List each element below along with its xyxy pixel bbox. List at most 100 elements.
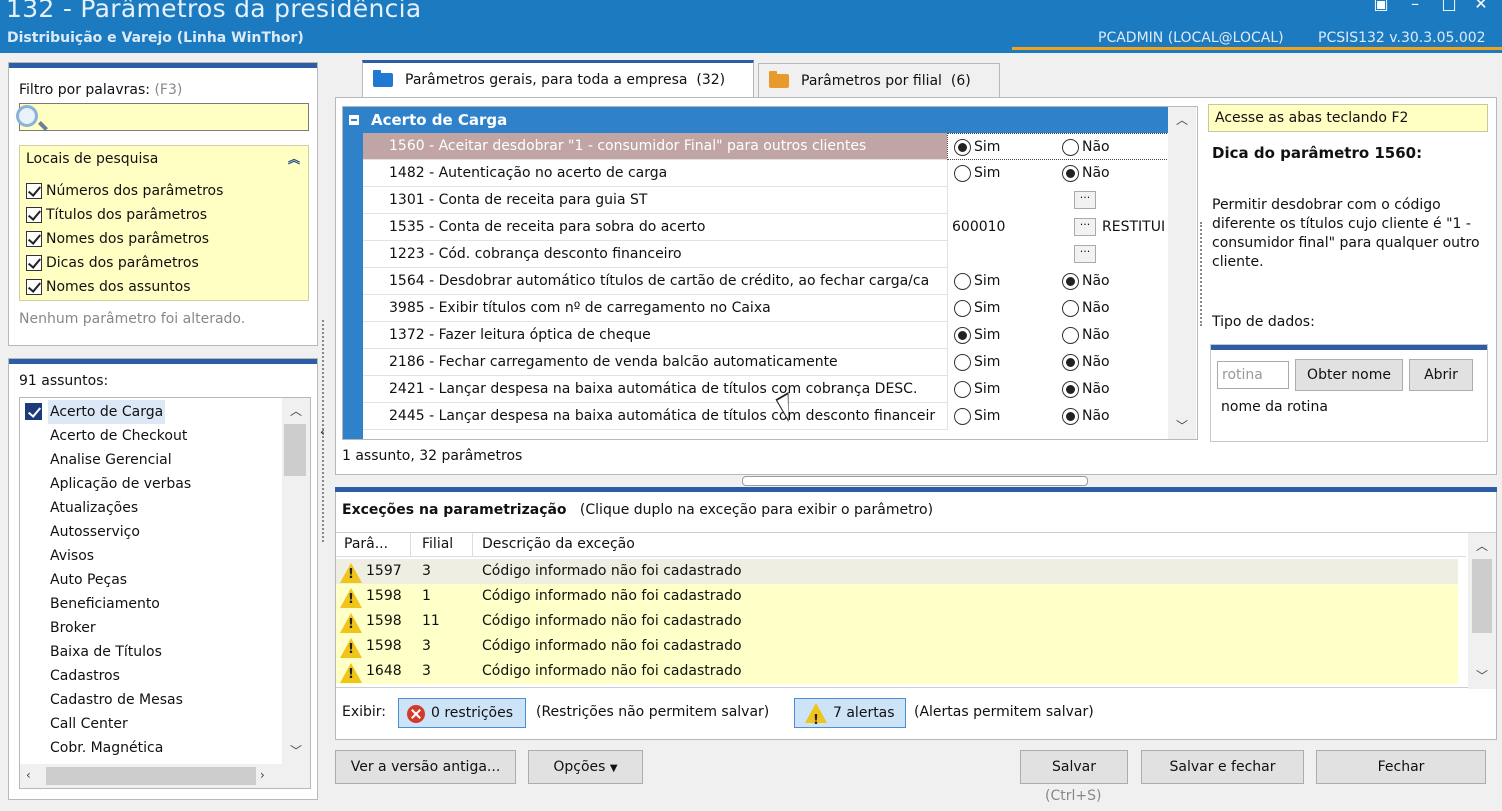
collapse-group-icon[interactable] <box>349 115 359 125</box>
param-row[interactable]: 1564 - Desdobrar automático títulos de c… <box>363 268 1171 295</box>
table-row[interactable]: 1598 1 Código informado não foi cadastrado <box>336 584 1458 609</box>
obter-nome-button[interactable]: Obter nome <box>1295 359 1403 391</box>
minimize-icon[interactable]: – <box>1400 0 1430 12</box>
option-dicas[interactable]: Dicas dos parâmetros <box>26 252 199 274</box>
collapse-left-icon[interactable]: ‹ <box>320 425 325 439</box>
close-icon[interactable]: ✕ <box>1466 0 1496 12</box>
group-header[interactable]: Acerto de Carga <box>343 107 1171 133</box>
abrir-button[interactable]: Abrir <box>1409 359 1473 391</box>
checkbox[interactable] <box>26 279 42 295</box>
radio-nao[interactable] <box>1062 327 1079 344</box>
subject-checkbox[interactable] <box>25 403 42 420</box>
option-titulos[interactable]: Títulos dos parâmetros <box>26 204 207 226</box>
subjects-vscroll[interactable]: ︿ ﹀ <box>282 398 310 764</box>
param-row[interactable]: 3985 - Exibir títulos com nº de carregam… <box>363 295 1171 322</box>
param-row[interactable]: 1372 - Fazer leitura óptica de cheque Sim… <box>363 322 1171 349</box>
checkbox[interactable] <box>26 207 42 223</box>
radio-sim[interactable] <box>954 273 971 290</box>
radio-sim[interactable] <box>954 381 971 398</box>
lookup-button[interactable]: ··· <box>1074 191 1096 209</box>
radio-nao[interactable] <box>1062 354 1079 371</box>
col-filial[interactable]: Filial <box>422 536 453 552</box>
radio-sim[interactable] <box>954 354 971 371</box>
filter-input[interactable] <box>19 103 309 131</box>
table-row[interactable]: 1597 3 Código informado não foi cadastrado <box>336 559 1458 584</box>
scroll-thumb[interactable] <box>46 767 256 785</box>
radio-sim[interactable] <box>954 165 971 182</box>
col-param[interactable]: Parâ... <box>344 536 388 552</box>
save-button[interactable]: Salvar <box>1020 750 1128 784</box>
list-item[interactable]: Autosserviço <box>50 520 140 544</box>
scroll-down-icon[interactable]: ﹀ <box>290 742 302 759</box>
scroll-up-icon[interactable]: ︿ <box>290 402 302 419</box>
close-button[interactable]: Fechar <box>1316 750 1486 784</box>
list-item[interactable]: Acerto de Checkout <box>50 424 187 448</box>
param-row[interactable]: 2445 - Lançar despesa na baixa automátic… <box>363 403 1171 430</box>
rotina-input[interactable]: rotina <box>1217 361 1289 389</box>
collapse-icon[interactable]: ︽ <box>288 150 300 167</box>
checkbox[interactable] <box>26 255 42 271</box>
maximize-icon[interactable]: □ <box>1434 0 1464 12</box>
param-row[interactable]: 1560 - Aceitar desdobrar "1 - consumidor… <box>363 133 1171 160</box>
table-row[interactable]: 1598 3 Código informado não foi cadastrado <box>336 634 1458 659</box>
scroll-thumb[interactable] <box>284 424 306 476</box>
radio-nao[interactable] <box>1062 273 1079 290</box>
radio-nao[interactable] <box>1062 165 1079 182</box>
option-numeros[interactable]: Números dos parâmetros <box>26 180 223 202</box>
radio-sim[interactable] <box>954 139 971 156</box>
alertas-toggle[interactable]: 7 alertas <box>794 698 906 735</box>
radio-sim[interactable] <box>954 327 971 344</box>
list-item[interactable]: Cobr. Magnética <box>50 736 163 760</box>
checkbox[interactable] <box>26 231 42 247</box>
col-descricao[interactable]: Descrição da exceção <box>482 536 635 552</box>
old-version-button[interactable]: Ver a versão antiga... <box>335 750 516 784</box>
lookup-button[interactable]: ··· <box>1074 245 1096 263</box>
scroll-right-icon[interactable]: › <box>260 768 265 782</box>
param-row[interactable]: 1482 - Autenticação no acerto de carga Si… <box>363 160 1171 187</box>
table-row[interactable]: 1648 3 Código informado não foi cadastrado <box>336 659 1458 684</box>
scroll-down-icon[interactable]: ﹀ <box>1176 417 1188 434</box>
list-item[interactable]: Broker <box>50 616 96 640</box>
checkbox[interactable] <box>26 183 42 199</box>
list-item[interactable]: Cadastros <box>50 664 120 688</box>
list-item[interactable]: Analise Gerencial <box>50 448 172 472</box>
list-item[interactable]: Cadastro de Mesas <box>50 688 183 712</box>
param-row[interactable]: 2421 - Lançar despesa na baixa automátic… <box>363 376 1171 403</box>
scroll-thumb[interactable] <box>1472 559 1492 633</box>
table-row[interactable]: 1598 11 Código informado não foi cadastrad… <box>336 609 1458 634</box>
scroll-up-icon[interactable]: ︿ <box>1176 111 1188 128</box>
subjects-hscroll[interactable]: ‹ › <box>20 764 310 788</box>
param-row[interactable]: 1301 - Conta de receita para guia ST ··· <box>363 187 1171 214</box>
option-nomes[interactable]: Nomes dos parâmetros <box>26 228 209 250</box>
list-item[interactable]: Beneficiamento <box>50 592 160 616</box>
list-item[interactable]: Atualizações <box>50 496 138 520</box>
param-row[interactable]: 1223 - Cód. cobrança desconto financeiro… <box>363 241 1171 268</box>
list-item[interactable]: Auto Peças <box>50 568 127 592</box>
radio-sim[interactable] <box>954 408 971 425</box>
tip-splitter[interactable] <box>1200 222 1206 326</box>
param-row[interactable]: 1535 - Conta de receita para sobra do ac… <box>363 214 1171 241</box>
scroll-left-icon[interactable]: ‹ <box>26 768 31 782</box>
horizontal-splitter[interactable] <box>742 476 1088 486</box>
search-locations-title[interactable]: Locais de pesquisa <box>26 151 158 167</box>
scroll-up-icon[interactable]: ︿ <box>1476 537 1488 554</box>
lookup-button[interactable]: ··· <box>1074 218 1096 236</box>
radio-nao[interactable] <box>1062 139 1079 156</box>
tab-parametros-filial[interactable]: Parâmetros por filial (6) <box>758 63 1000 97</box>
lookup-code[interactable]: 600010 <box>952 214 1005 241</box>
list-item[interactable]: Aplicação de verbas <box>50 472 191 496</box>
radio-nao[interactable] <box>1062 381 1079 398</box>
options-button[interactable]: Opções ▼ <box>528 750 643 784</box>
save-close-button[interactable]: Salvar e fechar <box>1141 750 1304 784</box>
restricoes-toggle[interactable]: 0 restrições <box>398 698 526 728</box>
radio-nao[interactable] <box>1062 408 1079 425</box>
list-item[interactable]: Acerto de Carga <box>48 400 166 424</box>
restore-icon[interactable]: ▣ <box>1366 0 1396 12</box>
grid-vscroll[interactable]: ︿ ﹀ <box>1168 107 1196 439</box>
option-assuntos[interactable]: Nomes dos assuntos <box>26 276 191 298</box>
list-item[interactable]: Baixa de Títulos <box>50 640 162 664</box>
radio-nao[interactable] <box>1062 300 1079 317</box>
tab-parametros-gerais[interactable]: Parâmetros gerais, para toda a empresa (… <box>362 60 754 97</box>
radio-sim[interactable] <box>954 300 971 317</box>
scroll-down-icon[interactable]: ﹀ <box>1476 667 1488 684</box>
